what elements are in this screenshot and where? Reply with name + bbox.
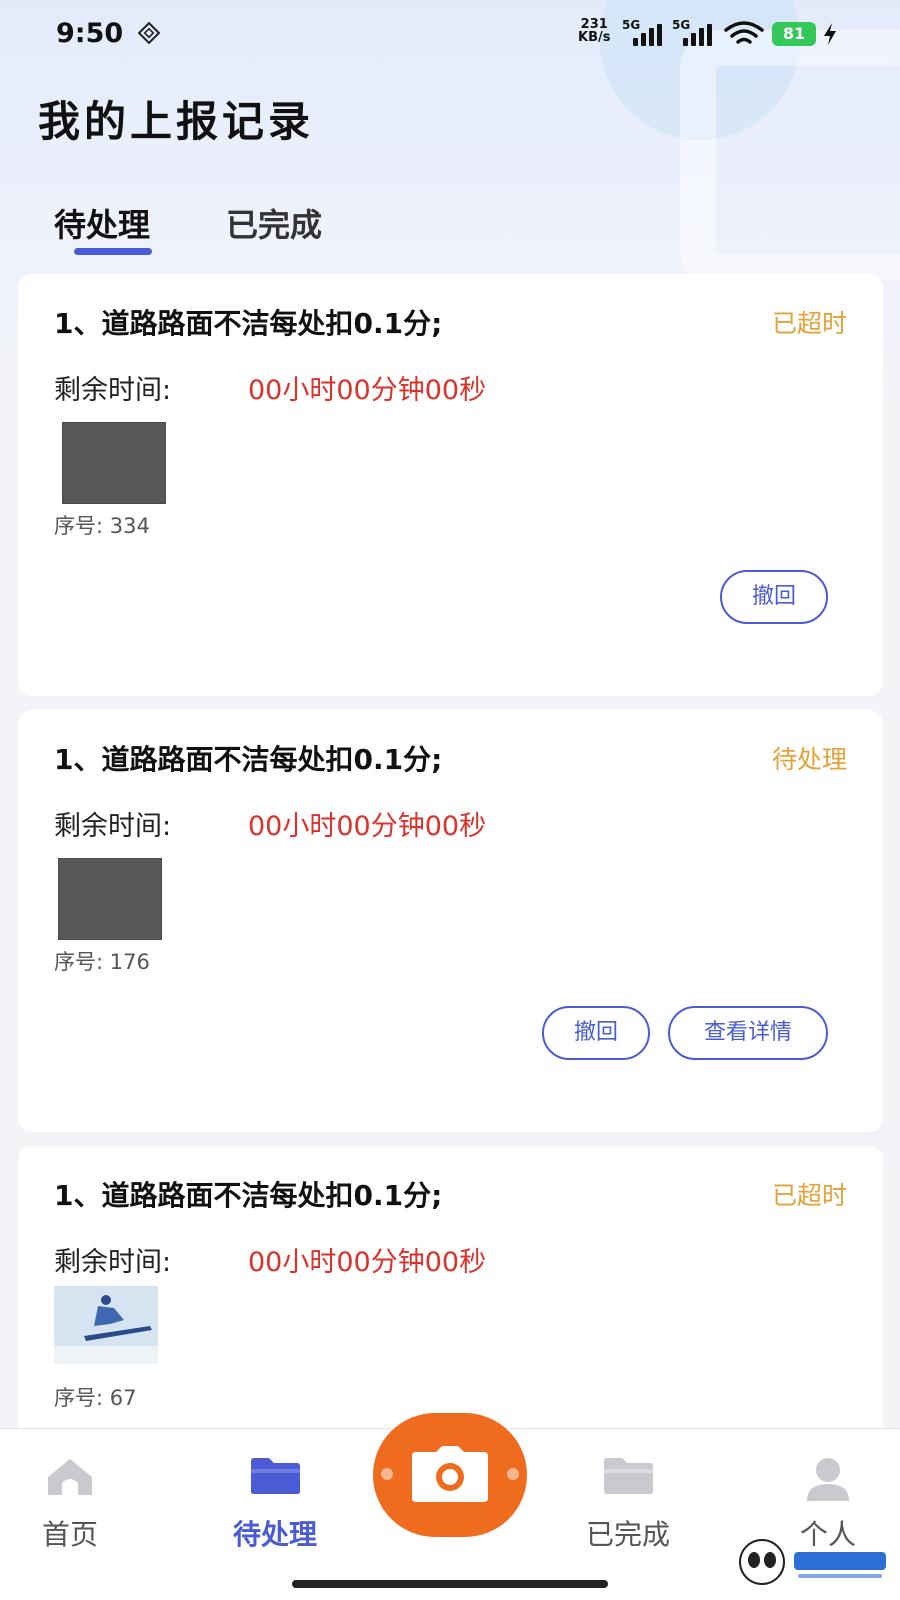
tab-bar: 待处理 已完成	[0, 200, 900, 260]
battery-icon: 81	[772, 22, 816, 46]
charging-icon	[824, 23, 836, 45]
record-title: 1、道路路面不洁每处扣0.1分;	[54, 743, 443, 776]
nav-completed[interactable]: 已完成	[558, 1429, 698, 1551]
remaining-time-label: 剩余时间:	[54, 811, 172, 842]
view-details-button[interactable]: 查看详情	[668, 1006, 828, 1060]
revoke-button[interactable]: 撤回	[720, 570, 828, 624]
nav-pending-label: 待处理	[232, 1518, 317, 1551]
remaining-time-value: 00小时00分钟00秒	[248, 811, 487, 842]
status-bar: 9:50 231 KB/s 5G 5G 81	[0, 0, 900, 70]
nav-completed-label: 已完成	[585, 1518, 670, 1551]
serial-number: 序号: 67	[54, 1386, 137, 1410]
remaining-time-label: 剩余时间:	[54, 1247, 172, 1278]
status-time: 9:50	[56, 18, 124, 49]
tab-completed[interactable]: 已完成	[226, 200, 322, 246]
status-badge: 已超时	[771, 309, 847, 338]
home-icon	[48, 1459, 92, 1495]
serial-number: 序号: 334	[54, 514, 150, 538]
remaining-time-value: 00小时00分钟00秒	[248, 375, 487, 406]
page-title: 我的上报记录	[38, 97, 315, 146]
record-card[interactable]: 1、道路路面不洁每处扣0.1分; 已超时 剩余时间: 00小时00分钟00秒 序…	[18, 274, 883, 696]
user-icon	[807, 1458, 849, 1501]
home-indicator	[292, 1580, 608, 1588]
nav-home[interactable]: 首页	[0, 1429, 140, 1551]
camera-button[interactable]	[373, 1413, 527, 1537]
revoke-button[interactable]: 撤回	[542, 1006, 650, 1060]
network-speed: 231 KB/s	[578, 17, 611, 45]
tab-active-indicator	[74, 248, 152, 255]
folder-icon	[251, 1458, 300, 1494]
photo-thumbnail[interactable]	[54, 1286, 158, 1364]
signal-icon: 5G	[672, 18, 712, 46]
record-title: 1、道路路面不洁每处扣0.1分;	[54, 307, 443, 340]
nav-home-label: 首页	[41, 1518, 98, 1551]
record-card[interactable]: 1、道路路面不洁每处扣0.1分; 待处理 剩余时间: 00小时00分钟00秒 序…	[18, 710, 883, 1132]
record-list[interactable]: 1、道路路面不洁每处扣0.1分; 已超时 剩余时间: 00小时00分钟00秒 序…	[18, 274, 883, 1582]
watermark-logo	[739, 1539, 892, 1585]
signal-icon: 5G	[622, 18, 662, 46]
remaining-time-value: 00小时00分钟00秒	[248, 1247, 487, 1278]
photo-thumbnail[interactable]	[62, 422, 166, 504]
folder-icon	[604, 1458, 653, 1494]
nav-pending[interactable]: 待处理	[205, 1429, 345, 1551]
remaining-time-label: 剩余时间:	[54, 375, 172, 406]
status-badge: 已超时	[771, 1181, 847, 1210]
photo-thumbnail[interactable]	[58, 858, 162, 940]
wifi-icon	[724, 21, 764, 44]
serial-number: 序号: 176	[54, 950, 150, 974]
nfc-icon	[138, 22, 160, 44]
status-badge: 待处理	[771, 745, 847, 774]
nav-profile[interactable]: 个人	[758, 1429, 898, 1551]
camera-icon	[412, 1446, 488, 1502]
tab-pending[interactable]: 待处理	[54, 200, 150, 246]
skateboarder-photo-icon	[54, 1286, 158, 1364]
record-title: 1、道路路面不洁每处扣0.1分;	[54, 1179, 443, 1212]
